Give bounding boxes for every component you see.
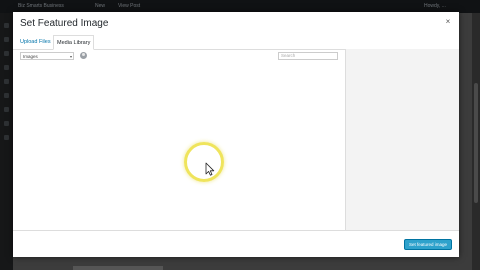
backdrop-content: [73, 266, 163, 270]
modal-title: Set Featured Image: [20, 18, 109, 29]
set-featured-image-button[interactable]: Set featured image: [403, 239, 452, 250]
menu-icon[interactable]: [4, 79, 9, 84]
attachments-area[interactable]: [13, 62, 345, 230]
media-router-tabs: Upload Files Media Library: [13, 35, 459, 50]
tab-upload-files[interactable]: Upload Files: [17, 35, 54, 49]
admin-sidebar: [0, 13, 13, 270]
media-modal: Set Featured Image × Upload Files Media …: [13, 12, 459, 257]
menu-icon[interactable]: [4, 121, 9, 126]
cursor-arrow-icon: [205, 162, 215, 176]
search-input[interactable]: [278, 52, 338, 60]
menu-icon[interactable]: [4, 65, 9, 70]
admin-bar-new[interactable]: New: [95, 2, 105, 11]
page-scrollbar[interactable]: [472, 13, 480, 270]
close-icon[interactable]: ×: [443, 17, 453, 27]
attachment-details-sidebar: [345, 49, 459, 230]
menu-icon[interactable]: [4, 23, 9, 28]
menu-icon[interactable]: [4, 51, 9, 56]
media-type-filter[interactable]: Images ▾: [20, 52, 74, 60]
admin-bar-site-name[interactable]: Biz Smarts Business: [18, 2, 64, 11]
menu-icon[interactable]: [4, 37, 9, 42]
cursor-highlight-ring: [184, 142, 224, 182]
filter-value: Images: [23, 54, 38, 59]
spinner-icon: [80, 52, 87, 59]
scrollbar-thumb[interactable]: [474, 83, 478, 203]
chevron-down-icon: ▾: [69, 54, 72, 59]
tab-media-library[interactable]: Media Library: [53, 35, 95, 50]
menu-icon[interactable]: [4, 107, 9, 112]
modal-toolbar: Set featured image: [13, 230, 459, 257]
admin-bar-account[interactable]: Howdy, ...: [424, 2, 446, 11]
menu-icon[interactable]: [4, 135, 9, 140]
admin-bar-view-post[interactable]: View Post: [118, 2, 140, 11]
menu-icon[interactable]: [4, 93, 9, 98]
